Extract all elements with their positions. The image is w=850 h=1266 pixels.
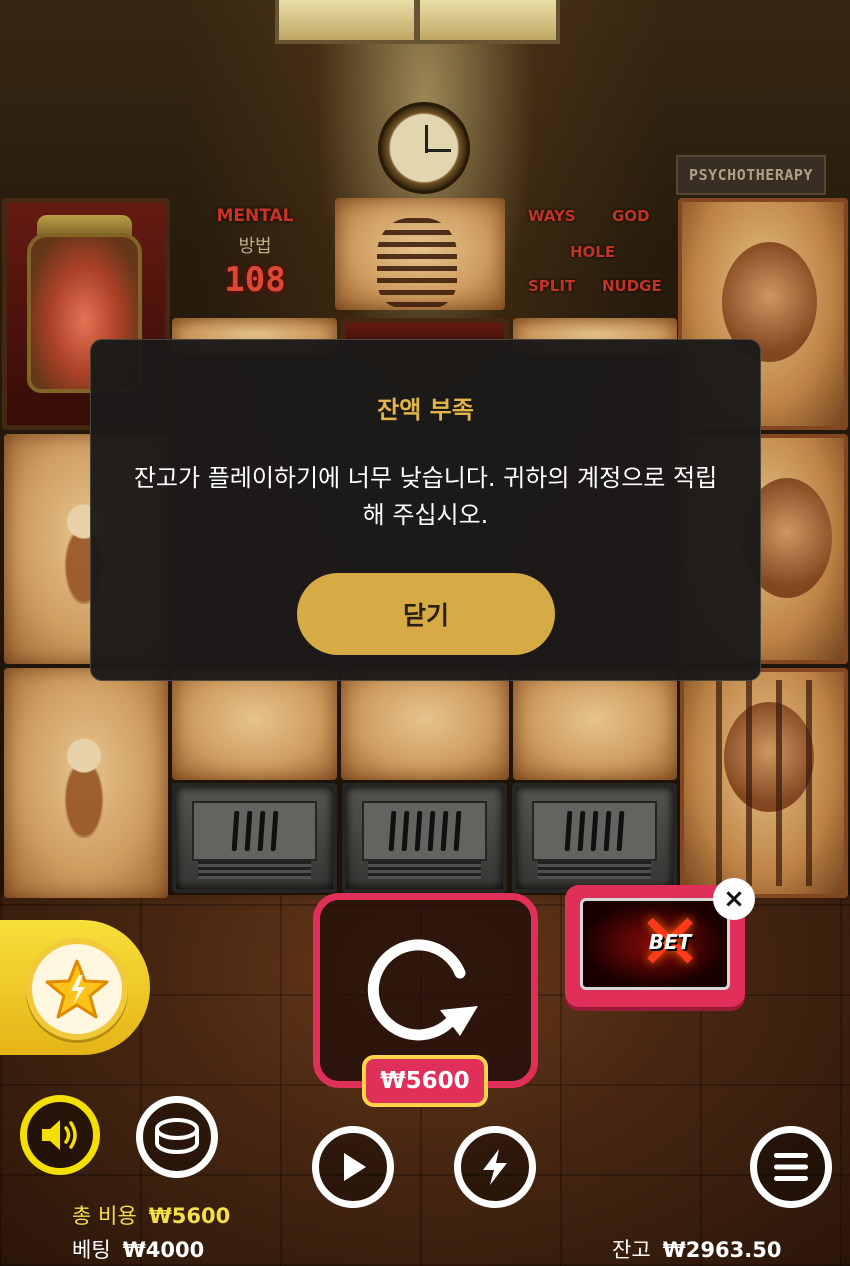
close-dialog-button[interactable]: 닫기: [297, 573, 555, 655]
menu-button[interactable]: [750, 1126, 832, 1208]
bet-label: 베팅: [72, 1238, 111, 1262]
hamburger-icon: [774, 1153, 808, 1181]
balance-label: 잔고: [612, 1238, 651, 1262]
balance-display: 잔고 ₩2963.50: [612, 1234, 781, 1264]
star-icon: [45, 959, 109, 1019]
close-betx-button[interactable]: ×: [713, 878, 755, 920]
bet-value: ₩4000: [122, 1238, 205, 1262]
sound-toggle-button[interactable]: [20, 1095, 100, 1175]
betx-label: BET: [648, 930, 692, 954]
lightning-icon: [483, 1149, 507, 1185]
balance-value: ₩2963.50: [662, 1238, 782, 1262]
dialog-title: 잔액 부족: [377, 396, 474, 424]
total-cost-value: ₩5600: [148, 1204, 231, 1228]
bet-display: 베팅 ₩4000: [72, 1234, 204, 1264]
bet-settings-button[interactable]: [136, 1096, 218, 1178]
total-cost-label: 총 비용: [72, 1204, 137, 1228]
autoplay-button[interactable]: [312, 1126, 394, 1208]
spin-cost-badge: ₩5600: [362, 1055, 488, 1107]
spin-button[interactable]: [360, 928, 490, 1043]
spin-arrow-icon: [367, 939, 478, 1041]
favorite-button[interactable]: [26, 938, 128, 1040]
dialog-message: 잔고가 플레이하기에 너무 낮습니다. 귀하의 계정으로 적립해 주십시오.: [133, 464, 718, 529]
coin-icon: [155, 1118, 199, 1154]
speaker-icon: [42, 1120, 77, 1150]
total-cost-display: 총 비용 ₩5600: [72, 1200, 230, 1230]
play-icon: [344, 1153, 366, 1181]
insufficient-balance-dialog: 잔액 부족 잔고가 플레이하기에 너무 낮습니다. 귀하의 계정으로 적립해 주…: [90, 339, 761, 681]
turbo-button[interactable]: [454, 1126, 536, 1208]
